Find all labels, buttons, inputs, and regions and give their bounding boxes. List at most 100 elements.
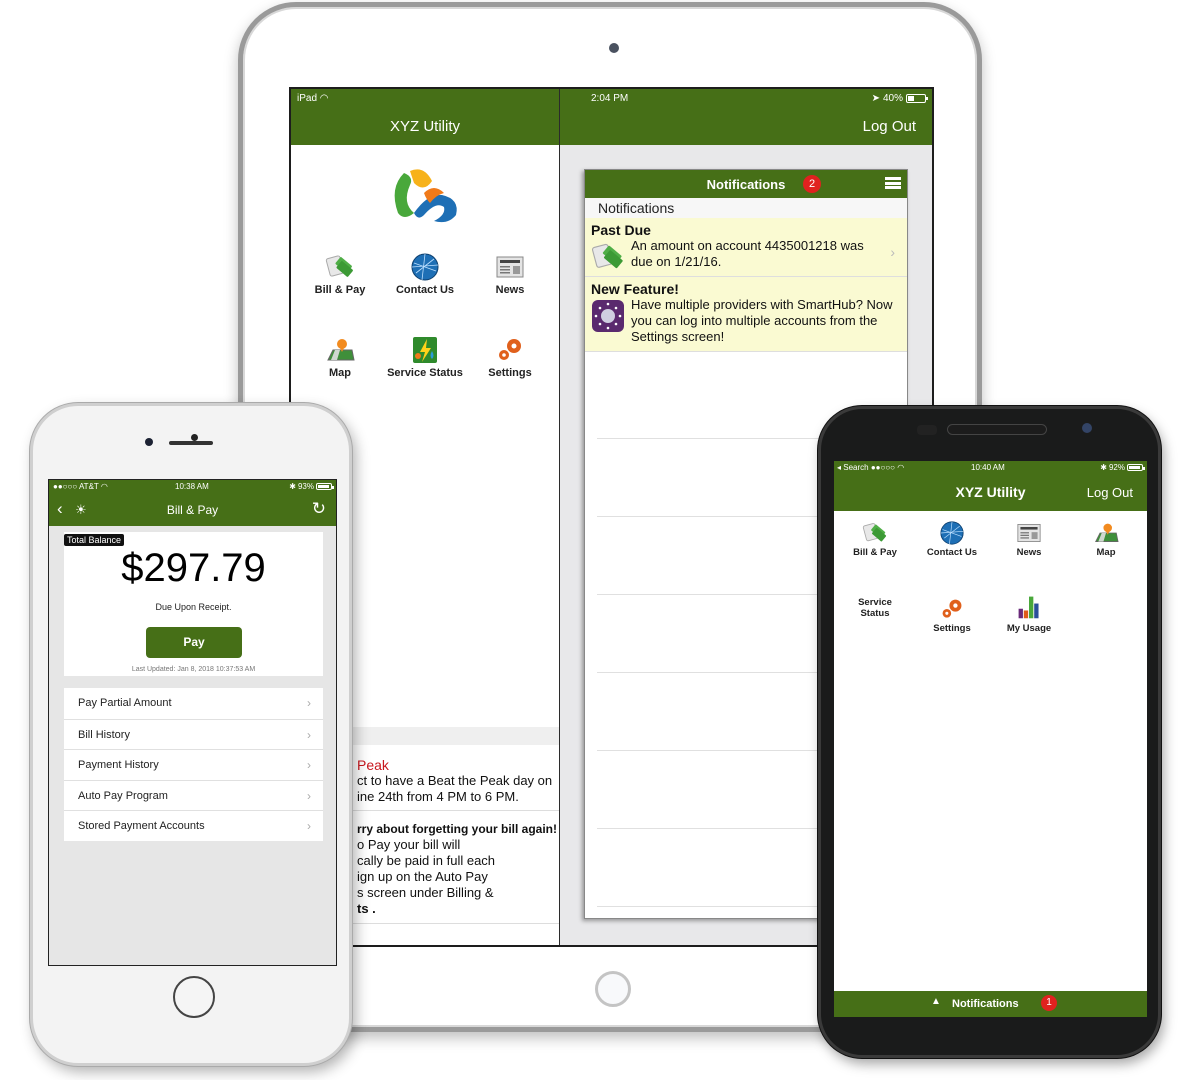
grid-item-bill-pay[interactable]: Bill & Pay <box>300 253 380 296</box>
battery-fill <box>1129 466 1141 469</box>
iphone-camera <box>145 438 153 446</box>
wifi-icon: ◠ <box>897 463 905 472</box>
iphone-speaker <box>169 441 213 445</box>
notification-title: Past Due <box>591 222 651 238</box>
map-pin-icon <box>325 336 355 364</box>
bar-chart-icon <box>1016 593 1042 621</box>
menu-item-bill-history[interactable]: Bill History › <box>64 718 323 750</box>
battery-percent: 92% <box>1108 463 1125 472</box>
left-nav-title: XYZ Utility <box>291 109 559 145</box>
refresh-icon[interactable]: ↻ <box>312 499 326 519</box>
menu-item-label: Payment History <box>78 759 159 771</box>
notifications-title: Notifications <box>706 177 786 192</box>
status-time: 10:38 AM <box>175 482 209 491</box>
menu-item-label: Bill History <box>78 728 130 741</box>
android-camera <box>1082 423 1092 433</box>
android-sensor <box>917 425 937 435</box>
wifi-icon: ◠ <box>319 93 329 104</box>
notification-body: Have multiple providers with SmartHub? N… <box>631 297 893 344</box>
ipad-status-bar: iPad ◠ 2:04 PM ➤ 40% <box>291 89 932 109</box>
grid-item-label: Contact Us <box>395 284 455 296</box>
grid-item-news[interactable]: News <box>470 253 550 296</box>
iphone-status-bar: ●●○○○ AT&T ◠ 10:38 AM ✱ 93% <box>49 480 336 494</box>
bluetooth-icon: ✱ <box>289 482 296 491</box>
grid-item-map[interactable]: Map <box>300 336 380 379</box>
news-title: rry about forgetting your bill again! <box>357 822 558 836</box>
grid-item-contact-us[interactable]: Contact Us <box>913 521 991 558</box>
back-to-app-icon[interactable]: ◂ <box>837 463 841 472</box>
grid-item-contact-us[interactable]: Contact Us <box>385 253 465 296</box>
battery-icon <box>906 94 928 103</box>
grid-item-news[interactable]: News <box>990 521 1068 558</box>
grid-item-bill-pay[interactable]: Bill & Pay <box>836 521 914 558</box>
grid-item-label: Bill & Pay <box>314 284 366 296</box>
news-line: o Pay your bill will <box>357 837 461 852</box>
menu-item-auto-pay[interactable]: Auto Pay Program › <box>64 779 323 811</box>
android-nav-bar: XYZ Utility Log Out <box>834 475 1147 511</box>
pay-button[interactable]: Pay <box>146 627 242 658</box>
ipad-camera <box>609 43 619 53</box>
menu-item-pay-partial[interactable]: Pay Partial Amount › <box>64 688 323 719</box>
grid-item-label: Bill & Pay <box>853 547 897 558</box>
menu-item-stored-accounts[interactable]: Stored Payment Accounts › <box>64 810 323 841</box>
notification-title: New Feature! <box>591 281 679 297</box>
notification-body: An amount on account 4435001218 was due … <box>631 238 864 269</box>
carrier-label: ●●○○○ AT&T <box>53 482 99 491</box>
grid-item-label: Contact Us <box>926 547 978 558</box>
wifi-icon: ◠ <box>100 482 108 491</box>
news-title: Peak <box>357 757 389 773</box>
grid-item-label: My Usage <box>1006 623 1052 634</box>
globe-icon <box>939 521 965 545</box>
billing-menu: Pay Partial Amount › Bill History › Paym… <box>64 688 323 841</box>
location-arrow-icon: ➤ <box>871 93 880 104</box>
notifications-subheader: Notifications <box>585 198 907 218</box>
menu-item-label: Auto Pay Program <box>78 789 168 802</box>
grid-item-label: Map <box>329 367 351 379</box>
iphone-nav-bar: ‹ ☀ Bill & Pay ↻ <box>49 494 336 526</box>
battery-fill <box>908 96 915 101</box>
grid-item-my-usage[interactable]: My Usage <box>990 593 1068 634</box>
grid-item-label: Service Status <box>858 597 892 619</box>
newspaper-icon <box>495 253 525 281</box>
news-line: s screen under Billing & <box>357 885 494 900</box>
back-app-label[interactable]: Search <box>843 463 868 472</box>
android-screen: ◂ Search ●●○○○ ◠ 10:40 AM ✱ 92% XYZ Util… <box>834 461 1147 1017</box>
iphone-device: ●●○○○ AT&T ◠ 10:38 AM ✱ 93% ‹ ☀ Bill & P… <box>30 403 352 1066</box>
chevron-right-icon: › <box>307 819 311 833</box>
grid-item-service-status[interactable]: Service Status <box>385 336 465 379</box>
news-line: ine 24th from 4 PM to 6 PM. <box>357 789 519 804</box>
notification-item[interactable]: Past Due An amount on account 4435001218… <box>585 218 907 277</box>
chevron-right-icon: › <box>307 788 311 803</box>
iphone-home-button[interactable] <box>173 976 215 1018</box>
total-balance-label: Total Balance <box>64 534 125 546</box>
grid-item-settings[interactable]: Settings <box>470 336 550 379</box>
bill-pay-icon <box>591 240 625 274</box>
grid-item-service-status[interactable]: Service Status <box>836 597 914 619</box>
grid-item-label: News <box>495 284 525 296</box>
notification-count-badge: 2 <box>803 175 821 193</box>
grid-item-map[interactable]: Map <box>1067 521 1145 558</box>
newspaper-icon <box>1016 521 1042 545</box>
service-status-icon <box>410 336 440 364</box>
ipad-home-button[interactable] <box>595 971 631 1007</box>
notifications-drawer-bar[interactable]: ▲ Notifications 1 <box>834 991 1147 1017</box>
grid-item-settings[interactable]: Settings <box>913 597 991 634</box>
logout-button[interactable]: Log Out <box>863 118 916 135</box>
notification-item[interactable]: New Feature! Have multiple providers wit… <box>585 277 907 352</box>
chevron-right-icon: › <box>890 244 895 260</box>
battery-fill <box>318 485 330 488</box>
grid-item-label: Settings <box>933 623 971 634</box>
menu-item-payment-history[interactable]: Payment History › <box>64 749 323 780</box>
news-item[interactable]: Peak ct to have a Beat the Peak day on i… <box>357 757 557 805</box>
battery-icon <box>316 483 334 490</box>
news-item[interactable]: rry about forgetting your bill again! o … <box>357 821 557 917</box>
bluetooth-icon: ✱ <box>1100 463 1107 472</box>
iphone-screen: ●●○○○ AT&T ◠ 10:38 AM ✱ 93% ‹ ☀ Bill & P… <box>48 479 337 966</box>
chevron-right-icon: › <box>307 758 311 772</box>
logout-button[interactable]: Log Out <box>1087 485 1133 500</box>
map-pin-icon <box>1093 521 1119 545</box>
hamburger-menu-icon[interactable] <box>885 177 901 189</box>
battery-percent: 40% <box>882 93 903 104</box>
grid-item-label: Settings <box>488 367 532 379</box>
smarthub-icon <box>591 299 625 333</box>
